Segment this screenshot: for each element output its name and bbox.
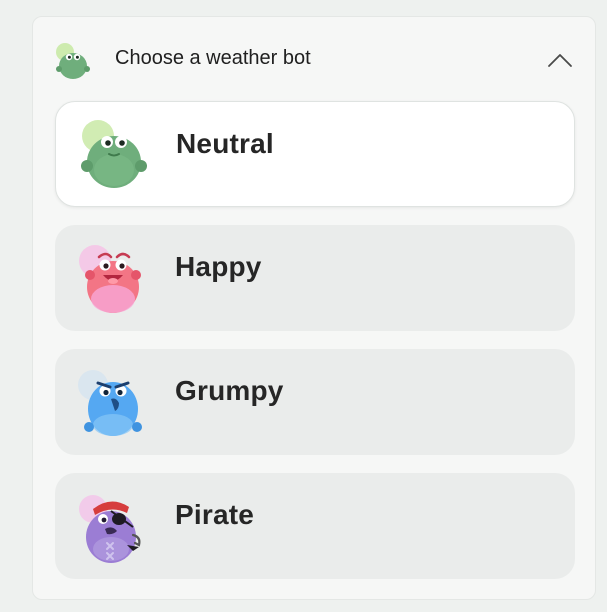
- neutral-bot-icon: [81, 120, 147, 188]
- bot-option-happy[interactable]: Happy: [55, 225, 575, 331]
- neutral-bot-avatar-icon: [56, 43, 90, 79]
- bot-option-label: Neutral: [176, 128, 274, 159]
- pirate-bot-icon: [79, 495, 141, 563]
- bot-option-label: Happy: [175, 251, 262, 282]
- bot-option-pirate[interactable]: Pirate: [55, 473, 575, 579]
- bot-option-label: Grumpy: [175, 375, 284, 406]
- collapse-button[interactable]: [543, 43, 577, 77]
- picker-title: Choose a weather bot: [115, 47, 311, 69]
- bot-option-label: Pirate: [175, 499, 255, 530]
- bot-option-neutral[interactable]: Neutral: [55, 101, 575, 207]
- picker-header[interactable]: Choose a weather bot: [33, 17, 595, 97]
- weather-bot-picker: Choose a weather bot Neutral Happy Grump…: [32, 16, 596, 600]
- grumpy-bot-icon: [78, 370, 142, 436]
- chevron-up-icon: [548, 54, 572, 67]
- happy-bot-icon: [79, 245, 141, 313]
- bot-option-grumpy[interactable]: Grumpy: [55, 349, 575, 455]
